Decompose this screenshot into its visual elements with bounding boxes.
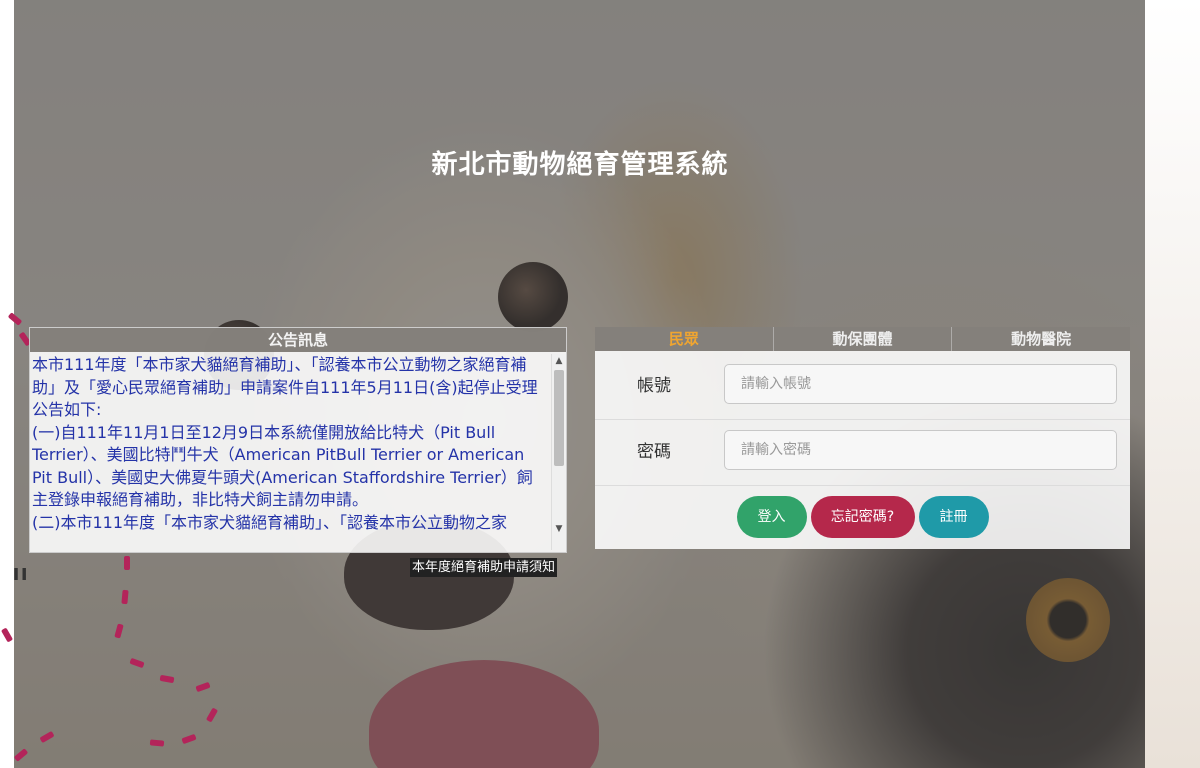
announcement-panel: 公告訊息 本市111年度「本市家犬貓絕育補助」、「認養本市公立動物之家絕育補助」… — [29, 327, 567, 553]
scrollbar-thumb[interactable] — [554, 370, 564, 466]
announcement-paragraph: (二)本市111年度「本市家犬貓絕育補助」、「認養本市公立動物之家 — [32, 512, 508, 532]
login-panel: 民眾 動保團體 動物醫院 帳號 密碼 登入 忘記密碼? 註冊 — [595, 327, 1130, 549]
announcement-text-area[interactable]: 本市111年度「本市家犬貓絕育補助」、「認養本市公立動物之家絕育補助」及「愛心民… — [32, 354, 548, 550]
announcement-scrollbar[interactable]: ▲ ▼ — [551, 354, 566, 550]
tab-public[interactable]: 民眾 — [595, 327, 774, 351]
password-row: 密碼 — [595, 419, 1130, 486]
announcement-paragraph: 公告如下: — [32, 400, 102, 419]
role-tabs: 民眾 動保團體 動物醫院 — [595, 327, 1130, 351]
scroll-down-arrow-icon[interactable]: ▼ — [552, 522, 566, 536]
login-button-group: 登入 忘記密碼? 註冊 — [595, 496, 1130, 538]
background-left-strip — [0, 0, 14, 768]
account-label: 帳號 — [637, 376, 671, 396]
login-button[interactable]: 登入 — [736, 496, 807, 538]
password-label: 密碼 — [637, 442, 671, 462]
scroll-up-arrow-icon[interactable]: ▲ — [552, 354, 566, 368]
subsidy-notice-link[interactable]: 本年度絕育補助申請須知 — [410, 558, 558, 577]
announcement-header: 公告訊息 — [30, 328, 566, 352]
tab-animal-welfare-group[interactable]: 動保團體 — [774, 327, 953, 351]
account-input[interactable] — [724, 364, 1117, 404]
forgot-password-button[interactable]: 忘記密碼? — [810, 496, 915, 538]
password-input[interactable] — [724, 430, 1117, 470]
register-button[interactable]: 註冊 — [918, 496, 989, 538]
decorative-quote-mark: " — [10, 560, 31, 611]
tab-animal-hospital[interactable]: 動物醫院 — [952, 327, 1130, 351]
account-row: 帳號 — [595, 353, 1130, 420]
background-right-strip — [1145, 0, 1200, 768]
announcement-paragraph: (一)自111年11月1日至12月9日本系統僅開放給比特犬（Pit Bull T… — [32, 422, 533, 510]
announcement-paragraph: 本市111年度「本市家犬貓絕育補助」、「認養本市公立動物之家絕育補助」及「愛心民… — [32, 355, 538, 397]
page-title: 新北市動物絕育管理系統 — [431, 150, 729, 180]
